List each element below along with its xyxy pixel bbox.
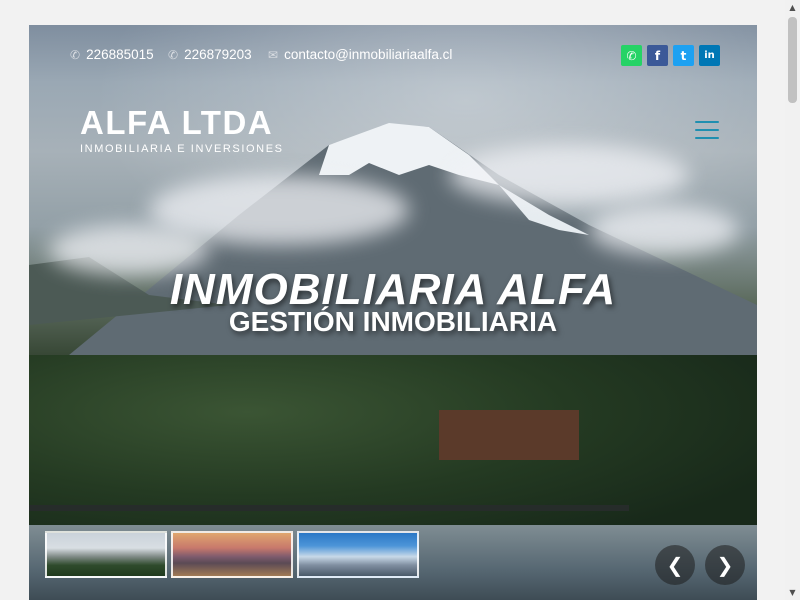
previous-slide-button[interactable]: ❮ (655, 545, 695, 585)
menu-icon[interactable] (695, 121, 719, 139)
facebook-icon[interactable]: f (647, 45, 668, 66)
scroll-down-arrow-icon[interactable]: ▼ (785, 585, 800, 600)
email-address: contacto@inmobiliariaalfa.cl (284, 47, 453, 62)
thumbnail-city-skyline[interactable] (297, 531, 419, 578)
site-logo[interactable]: ALFA LTDA INMOBILIARIA E INVERSIONES (80, 106, 284, 155)
whatsapp-icon[interactable]: ✆ (621, 45, 642, 66)
twitter-icon[interactable]: t (673, 45, 694, 66)
lodge-building (439, 410, 579, 460)
phone-icon: ✆ (70, 47, 81, 62)
chevron-left-icon: ❮ (666, 553, 684, 577)
phone-number-2: 226879203 (184, 47, 252, 62)
hero-subtitle: GESTIÓN INMOBILIARIA (228, 306, 558, 337)
linkedin-icon[interactable]: in (699, 45, 720, 66)
cloud (449, 145, 689, 205)
menu-bar (695, 121, 719, 123)
slider-thumbnails (45, 531, 419, 578)
next-slide-button[interactable]: ❯ (705, 545, 745, 585)
phone-icon: ✆ (168, 47, 179, 62)
email-contact[interactable]: ✉ contacto@inmobiliariaalfa.cl (268, 47, 452, 62)
page-scrollbar[interactable]: ▲ ▼ (785, 0, 800, 600)
scroll-up-arrow-icon[interactable]: ▲ (785, 0, 800, 15)
social-links: ✆ f t in (621, 45, 720, 66)
hero-slider: ✆ 226885015 ✆ 226879203 ✉ contacto@inmob… (29, 25, 757, 600)
logo-title: ALFA LTDA (80, 104, 274, 141)
cloud (589, 205, 739, 255)
logo-subtitle: INMOBILIARIA E INVERSIONES (80, 143, 284, 155)
thumbnail-city-sunset[interactable] (171, 531, 293, 578)
pier (29, 505, 629, 511)
chevron-right-icon: ❯ (716, 553, 734, 577)
scrollbar-thumb[interactable] (788, 17, 797, 103)
phone-contact-1[interactable]: ✆ 226885015 (70, 47, 154, 62)
phone-contact-2[interactable]: ✆ 226879203 (168, 47, 252, 62)
menu-bar (695, 137, 719, 139)
menu-bar (695, 129, 719, 131)
forest-image (29, 355, 757, 545)
thumbnail-volcano[interactable] (45, 531, 167, 578)
phone-number-1: 226885015 (86, 47, 154, 62)
contact-bar: ✆ 226885015 ✆ 226879203 ✉ contacto@inmob… (29, 25, 757, 85)
envelope-icon: ✉ (268, 47, 279, 62)
